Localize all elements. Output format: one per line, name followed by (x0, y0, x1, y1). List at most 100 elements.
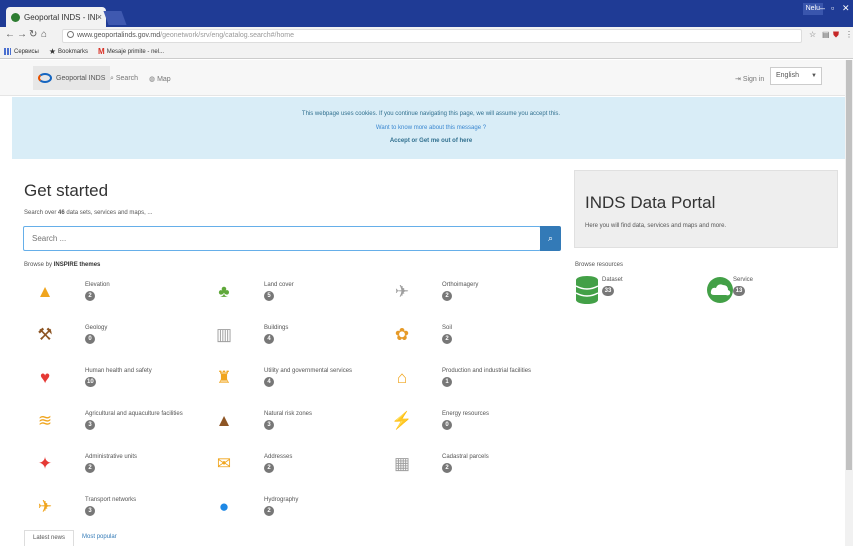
url-host: www.geoportalinds.gov.md (77, 32, 161, 39)
count-badge: 2 (442, 334, 452, 344)
count-badge: 2 (85, 291, 95, 301)
service-icon (707, 277, 733, 303)
portal-subtitle: Here you will find data, services and ma… (585, 223, 727, 229)
url-path: /geonetwork/srv/eng/catalog.search#/home (160, 32, 294, 39)
chevron-down-icon: ▼ (811, 73, 817, 79)
theme-name: Cadastral parcels (442, 454, 489, 460)
home-icon[interactable]: ⌂ (41, 29, 47, 40)
nav-search[interactable]: ⌕ Search (110, 75, 138, 83)
bookmark-star-icon[interactable]: ☆ (809, 30, 816, 39)
theme-item[interactable]: ⌂ Production and industrial facilities 1 (390, 366, 560, 400)
star-icon: ★ (48, 47, 57, 56)
new-tab-button[interactable] (103, 11, 127, 25)
theme-name: Orthoimagery (442, 282, 479, 288)
cookie-banner: This webpage uses cookies. If you contin… (12, 97, 850, 159)
risk-zones-icon: ▲ (215, 411, 233, 430)
browse-themes-label: Browse by INSPIRE themes (24, 262, 101, 268)
address-bar-row: ← → ↻ ⌂ www.geoportalinds.gov.md/geonetw… (0, 27, 853, 45)
language-select[interactable]: English ▼ (770, 67, 822, 85)
portal-title: INDS Data Portal (585, 193, 716, 212)
extension-icon[interactable]: ▤ (822, 30, 830, 39)
bookmark-bookmarks[interactable]: ★ Bookmarks (49, 47, 88, 56)
theme-item[interactable]: ● Hydrography 2 (212, 495, 382, 529)
resource-dataset[interactable]: Dataset 33 (575, 275, 695, 315)
menu-kebab-icon[interactable]: ⋮ (845, 30, 853, 39)
count-badge: 2 (442, 463, 452, 473)
portal-jumbotron: INDS Data Portal Here you will find data… (574, 170, 838, 248)
theme-item[interactable]: ♣ Land cover 5 (212, 280, 382, 314)
minimize-icon[interactable]: – (820, 3, 825, 13)
search-button[interactable]: ⌕ (540, 226, 561, 251)
cadastral-icon: ▦ (393, 454, 411, 473)
search-summary: Search over 46 data sets, services and m… (24, 210, 153, 216)
theme-name: Agricultural and aquaculture facilities (85, 411, 183, 417)
sign-in-icon: ⇥ (735, 76, 743, 83)
cookie-accept-link[interactable]: Accept (390, 138, 410, 144)
theme-item[interactable]: ⚒ Geology 0 (33, 323, 203, 357)
count-badge: 4 (264, 334, 274, 344)
cookie-actions: Accept or Get me out of here (12, 138, 850, 144)
cookie-or: or (411, 138, 418, 144)
bookmark-services[interactable]: Сервисы (4, 48, 39, 55)
geoportal-logo-icon (38, 73, 52, 83)
forward-icon[interactable]: → (17, 29, 27, 40)
orthoimagery-icon: ✈ (394, 282, 410, 301)
health-icon: ♥ (39, 368, 51, 387)
theme-item[interactable]: ✈ Orthoimagery 2 (390, 280, 560, 314)
theme-name: Soil (442, 325, 453, 331)
theme-item[interactable]: ✿ Soil 2 (390, 323, 560, 357)
theme-item[interactable]: ▥ Buildings 4 (212, 323, 382, 357)
maximize-icon[interactable]: ▫ (831, 3, 834, 13)
cookie-reject-link[interactable]: Get me out of here (419, 138, 472, 144)
theme-name: Addresses (264, 454, 293, 460)
reload-icon[interactable]: ↻ (29, 29, 37, 40)
page-title: Get started (24, 181, 109, 200)
shield-extension-icon[interactable]: ⛊ (833, 30, 839, 40)
close-window-icon[interactable]: ✕ (842, 3, 850, 14)
transport-icon: ✈ (37, 497, 53, 516)
theme-item[interactable]: ▦ Cadastral parcels 2 (390, 452, 560, 486)
count-badge: 4 (264, 377, 274, 387)
site-info-icon[interactable] (67, 31, 74, 38)
theme-item[interactable]: ✈ Transport networks 3 (33, 495, 203, 529)
theme-name: Utility and governmental services (264, 368, 353, 374)
count-badge: 10 (85, 377, 96, 387)
theme-name: Production and industrial facilities (442, 368, 532, 374)
nav-map[interactable]: ◍ Map (149, 75, 171, 83)
brand-link[interactable]: Geoportal INDS (33, 66, 111, 90)
theme-name: Transport networks (85, 497, 137, 503)
theme-item[interactable]: ⚡ Energy resources 0 (390, 409, 560, 443)
tab-most-popular[interactable]: Most popular (74, 530, 125, 546)
theme-item[interactable]: ≋ Agricultural and aquaculture facilities… (33, 409, 203, 443)
search-input[interactable] (23, 226, 541, 251)
browse-resources-label: Browse resources (575, 262, 624, 268)
count-badge: 5 (264, 291, 274, 301)
sign-in-link[interactable]: ⇥ Sign in (735, 75, 764, 83)
gmail-icon: M (98, 47, 105, 56)
theme-item[interactable]: ▲ Natural risk zones 3 (212, 409, 382, 443)
theme-item[interactable]: ✉ Addresses 2 (212, 452, 382, 486)
theme-name: Buildings (264, 325, 289, 331)
count-badge: 2 (264, 463, 274, 473)
cookie-more-link[interactable]: Want to know more about this message ? (12, 125, 850, 131)
theme-item[interactable]: ▲ Elevation 2 (33, 280, 203, 314)
bookmark-gmail[interactable]: M Mesaje primite - nel... (98, 47, 164, 56)
browser-titlebar: Geoportal INDS - INDS × Nelu – ▫ ✕ (0, 0, 853, 27)
tab-close-icon[interactable]: × (97, 12, 102, 22)
tab-latest-news[interactable]: Latest news (24, 530, 75, 546)
theme-item[interactable]: ♥ Human health and safety 10 (33, 366, 203, 400)
count-badge: 2 (85, 463, 95, 473)
page-scrollbar[interactable] (845, 60, 853, 546)
scrollbar-thumb[interactable] (846, 60, 852, 470)
theme-item[interactable]: ✦ Administrative units 2 (33, 452, 203, 486)
browser-tab[interactable]: Geoportal INDS - INDS × (6, 7, 106, 27)
resource-service[interactable]: Service 13 (706, 275, 826, 315)
site-favicon-icon (11, 12, 20, 22)
count-badge: 33 (602, 286, 614, 296)
url-field[interactable]: www.geoportalinds.gov.md/geonetwork/srv/… (62, 29, 802, 43)
back-icon[interactable]: ← (5, 29, 15, 40)
theme-name: Energy resources (442, 411, 490, 417)
count-badge: 13 (733, 286, 745, 296)
search-icon: ⌕ (547, 233, 554, 243)
theme-item[interactable]: ♜ Utility and governmental services 4 (212, 366, 382, 400)
